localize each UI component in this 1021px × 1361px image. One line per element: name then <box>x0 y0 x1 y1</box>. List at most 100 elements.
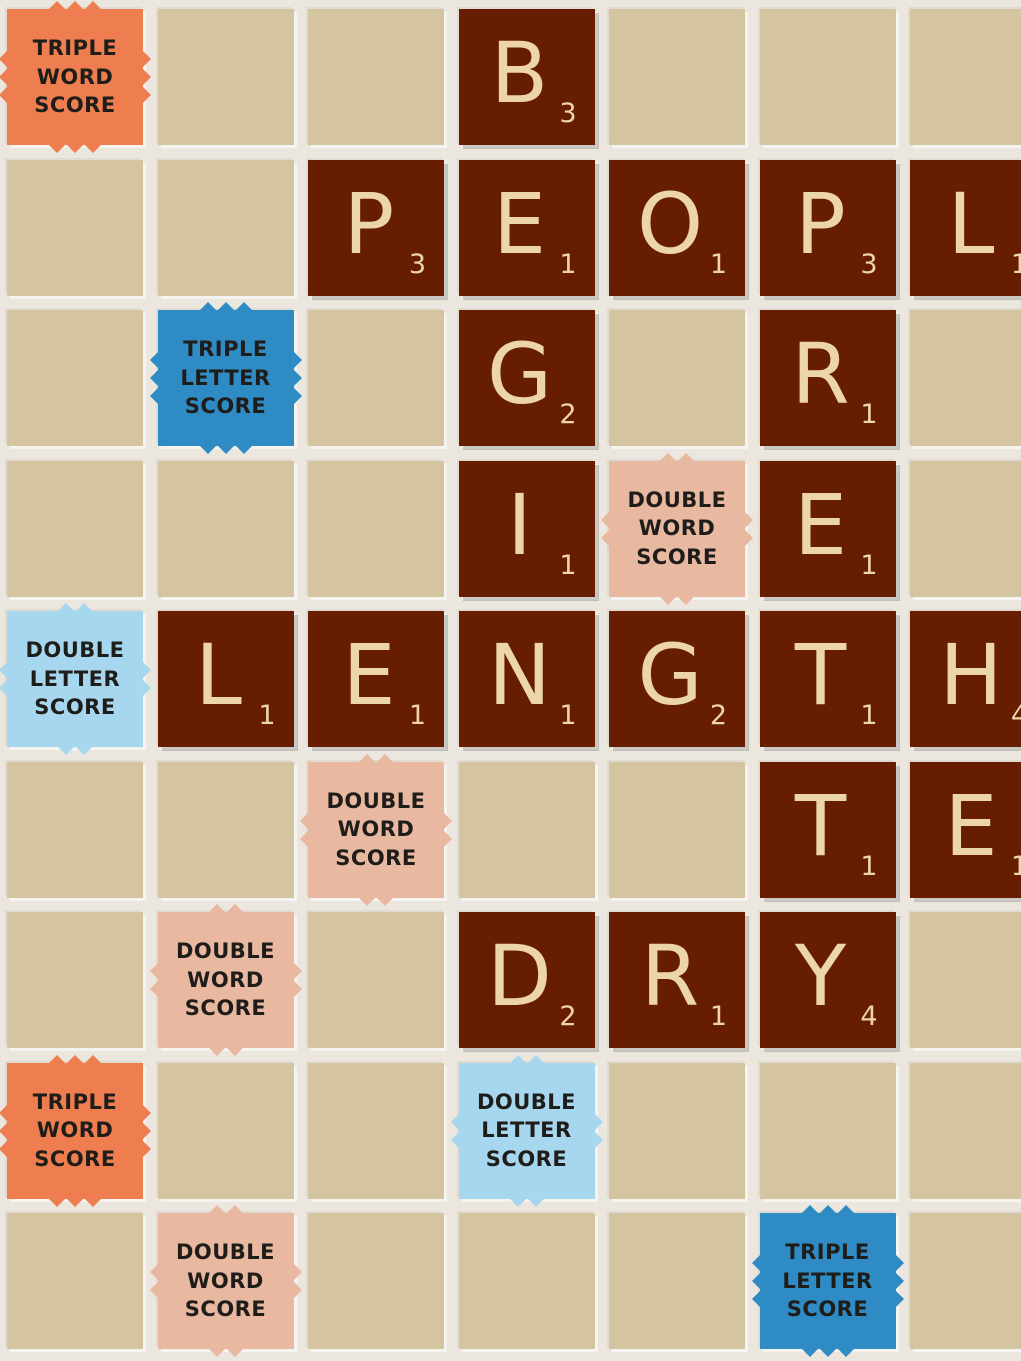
double-word-square[interactable]: DOUBLE WORD SCORE <box>308 761 444 898</box>
board-square[interactable] <box>7 460 143 597</box>
board-square[interactable] <box>609 1062 745 1199</box>
board-square[interactable] <box>308 310 444 446</box>
board-square[interactable] <box>7 912 143 1048</box>
bonus-spike <box>527 1054 544 1063</box>
board-square[interactable] <box>609 761 745 898</box>
board-square[interactable] <box>609 1213 745 1349</box>
board-square[interactable] <box>7 159 143 296</box>
letter-tile[interactable]: E1 <box>910 761 1021 898</box>
bonus-label-line: TRIPLE <box>32 1089 118 1114</box>
letter-tile[interactable]: O1 <box>609 159 745 296</box>
bonus-spike <box>293 1282 302 1298</box>
double-word-square[interactable]: DOUBLE WORD SCORE <box>157 1213 294 1349</box>
letter-tile[interactable]: P3 <box>759 159 896 296</box>
triple-word-square[interactable]: TRIPLE WORD SCORE <box>7 9 143 145</box>
letter-tile[interactable]: G2 <box>458 310 595 446</box>
letter-tile[interactable]: G2 <box>609 611 745 747</box>
letter-tile[interactable]: R1 <box>609 912 745 1048</box>
board-square[interactable] <box>308 1062 444 1199</box>
tile-letter: E <box>944 776 998 875</box>
board-square[interactable] <box>910 9 1021 145</box>
board-square[interactable] <box>308 9 444 145</box>
bonus-spike <box>819 1205 836 1213</box>
bonus-spike <box>85 1198 101 1207</box>
board-square[interactable] <box>7 310 143 446</box>
letter-tile[interactable]: I1 <box>458 460 595 597</box>
letter-tile[interactable]: R1 <box>759 310 896 446</box>
tile-point-value: 2 <box>559 399 577 430</box>
bonus-spike <box>751 1255 760 1271</box>
bonus-spike <box>678 452 694 461</box>
bonus-spike <box>208 1048 225 1056</box>
bonus-label-line: SCORE <box>184 1297 267 1322</box>
letter-tile[interactable]: D2 <box>458 912 595 1048</box>
bonus-spike <box>85 145 101 153</box>
board-square[interactable] <box>157 1062 294 1199</box>
tile-point-value: 1 <box>709 1001 727 1032</box>
double-word-square[interactable]: DOUBLE WORD SCORE <box>609 460 745 597</box>
letter-tile[interactable]: Y4 <box>759 912 896 1048</box>
board-square[interactable] <box>910 1213 1021 1349</box>
board-square[interactable] <box>157 761 294 898</box>
board-square[interactable] <box>759 1062 896 1199</box>
bonus-spike <box>751 1273 760 1289</box>
bonus-spike <box>235 446 252 454</box>
bonus-label-line: DOUBLE <box>326 788 426 813</box>
letter-tile[interactable]: E1 <box>308 611 444 747</box>
board-square[interactable] <box>609 310 745 446</box>
letter-tile[interactable]: P3 <box>308 159 444 296</box>
bonus-label-line: WORD <box>36 1118 114 1143</box>
board-square[interactable] <box>910 310 1021 446</box>
bonus-spike <box>895 1255 904 1271</box>
bonus-spike <box>208 904 225 912</box>
triple-letter-square[interactable]: TRIPLE LETTER SCORE <box>157 310 294 446</box>
triple-letter-square[interactable]: TRIPLE LETTER SCORE <box>759 1213 896 1349</box>
board-square[interactable] <box>7 761 143 898</box>
board-square[interactable] <box>458 1213 595 1349</box>
double-word-square[interactable]: DOUBLE WORD SCORE <box>157 912 294 1048</box>
bonus-spikes-top <box>359 753 393 762</box>
bonus-label-line: SCORE <box>34 1146 116 1171</box>
bonus-spike <box>527 1198 544 1207</box>
letter-tile[interactable]: T1 <box>759 761 896 898</box>
letter-tile[interactable]: L1 <box>157 611 294 747</box>
bonus-spikes-right <box>143 1104 151 1157</box>
double-letter-square[interactable]: DOUBLE LETTER SCORE <box>458 1062 595 1199</box>
bonus-spikes-left <box>300 812 308 847</box>
letter-tile[interactable]: L1 <box>910 159 1021 296</box>
tile-point-value: 3 <box>559 98 577 129</box>
bonus-spikes-left <box>0 1104 7 1157</box>
bonus-spike <box>49 1198 65 1207</box>
bonus-spikes-right <box>594 1113 603 1148</box>
board-square[interactable] <box>7 1213 143 1349</box>
tile-point-value: 1 <box>559 248 577 280</box>
bonus-spike <box>0 662 7 678</box>
triple-word-square[interactable]: TRIPLE WORD SCORE <box>7 1062 143 1199</box>
board-square[interactable] <box>759 9 896 145</box>
board-square[interactable] <box>910 1062 1021 1199</box>
board-square[interactable] <box>308 1213 444 1349</box>
bonus-spike <box>293 370 302 386</box>
letter-tile[interactable]: B3 <box>458 9 595 145</box>
bonus-spike <box>143 680 151 696</box>
double-letter-square[interactable]: DOUBLE LETTER SCORE <box>7 611 143 747</box>
board-square[interactable] <box>157 159 294 296</box>
board-square[interactable] <box>308 912 444 1048</box>
tile-point-value: 2 <box>559 1001 577 1032</box>
tile-point-value: 1 <box>1010 850 1021 882</box>
board-square[interactable] <box>609 9 745 145</box>
letter-tile[interactable]: H4 <box>910 611 1021 747</box>
board-square[interactable] <box>308 460 444 597</box>
letter-tile[interactable]: N1 <box>458 611 595 747</box>
board-square[interactable] <box>458 761 595 898</box>
board-square[interactable] <box>910 460 1021 597</box>
letter-tile[interactable]: E1 <box>458 159 595 296</box>
board-square[interactable] <box>157 9 294 145</box>
letter-tile[interactable]: E1 <box>759 460 896 597</box>
letter-tile[interactable]: T1 <box>759 611 896 747</box>
board-square[interactable] <box>157 460 294 597</box>
bonus-spike <box>199 302 216 310</box>
board-square[interactable] <box>910 912 1021 1048</box>
bonus-spike <box>601 511 609 528</box>
bonus-spikes-bottom <box>208 1048 243 1056</box>
